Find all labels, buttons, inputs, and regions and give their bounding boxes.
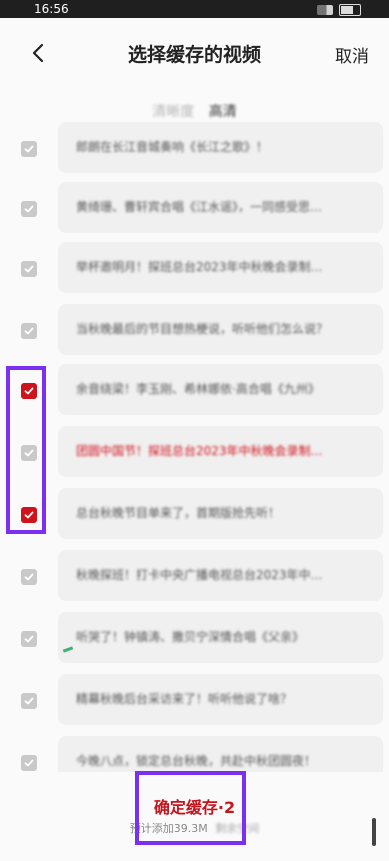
checkbox-unchecked[interactable] <box>21 323 37 339</box>
video-title: 余音绕梁！李玉刚、希林娜依·高合唱《九州》 <box>76 382 320 396</box>
video-row[interactable]: 余音绕梁！李玉刚、希林娜依·高合唱《九州》 <box>0 364 389 422</box>
checkbox-unchecked[interactable] <box>21 201 37 217</box>
header: 选择缓存的视频 取消 <box>0 18 389 88</box>
battery-icon <box>339 4 361 16</box>
status-icons <box>317 4 361 16</box>
video-title: 团圆中国节！探班总台2023年中秋晚会录制… <box>76 444 323 458</box>
video-title: 听哭了！钟镇涛、撒贝宁深情合唱《父亲》 <box>76 630 305 644</box>
video-row[interactable]: 总台秋晚节目单来了，首期版抢先听！ <box>0 488 389 546</box>
check-icon <box>24 759 34 767</box>
video-title: 今晚八点，锁定总台秋晚，共赴中秋团圆夜！ <box>76 754 317 768</box>
quality-value[interactable]: 高清 <box>209 104 237 120</box>
video-card[interactable]: 今晚八点，锁定总台秋晚，共赴中秋团圆夜！ <box>58 736 383 772</box>
check-icon <box>24 327 34 335</box>
checkbox-unchecked[interactable] <box>21 693 37 709</box>
video-row[interactable]: 秋晚探班！打卡中央广播电视总台2023年中… <box>0 550 389 608</box>
video-row[interactable]: 听哭了！钟镇涛、撒贝宁深情合唱《父亲》 <box>0 612 389 670</box>
video-row[interactable]: 黄绮珊、曹轩宾合唱《江水谣》，一同感受思… <box>0 182 389 240</box>
checkbox-unchecked[interactable] <box>21 141 37 157</box>
video-row[interactable]: 团圆中国节！探班总台2023年中秋晚会录制… <box>0 426 389 484</box>
check-icon <box>24 635 34 643</box>
video-title: 当秋晚最后的节目想热梗说，听听他们怎么说？ <box>76 322 329 336</box>
scrollbar[interactable] <box>372 818 376 846</box>
checkbox-unchecked[interactable] <box>21 261 37 277</box>
video-title: 总台秋晚节目单来了，首期版抢先听！ <box>76 506 281 520</box>
video-row[interactable]: 举杯邀明月！探班总台2023年中秋晚会录制… <box>0 242 389 300</box>
page-title: 选择缓存的视频 <box>127 44 261 66</box>
checkbox-unchecked[interactable] <box>21 631 37 647</box>
video-row[interactable]: 精幕秋晚后台采访来了！听听他说了啥？ <box>0 674 389 732</box>
video-card[interactable]: 当秋晚最后的节目想热梗说，听听他们怎么说？ <box>58 304 383 355</box>
video-title: 郎朗在长江音城奏响《长江之歌》！ <box>76 140 269 154</box>
video-card[interactable]: 秋晚探班！打卡中央广播电视总台2023年中… <box>58 550 383 601</box>
video-row[interactable]: 郎朗在长江音城奏响《长江之歌》！ <box>0 122 389 180</box>
video-card[interactable]: 余音绕梁！李玉刚、希林娜依·高合唱《九州》 <box>58 364 383 415</box>
video-card[interactable]: 举杯邀明月！探班总台2023年中秋晚会录制… <box>58 242 383 293</box>
status-bar: 16:56 <box>0 0 389 18</box>
quality-label: 清晰度 <box>152 104 195 120</box>
video-card[interactable]: 总台秋晚节目单来了，首期版抢先听！ <box>58 488 383 539</box>
check-icon <box>24 573 34 581</box>
check-icon <box>24 697 34 705</box>
checkbox-unchecked[interactable] <box>21 569 37 585</box>
video-row[interactable]: 当秋晚最后的节目想热梗说，听听他们怎么说？ <box>0 304 389 362</box>
cancel-button[interactable]: 取消 <box>335 42 369 67</box>
video-card[interactable]: 郎朗在长江音城奏响《长江之歌》！ <box>58 122 383 173</box>
video-card[interactable]: 精幕秋晚后台采访来了！听听他说了啥？ <box>58 674 383 725</box>
video-list: 郎朗在长江音城奏响《长江之歌》！ 黄绮珊、曹轩宾合唱《江水谣》，一同感受思… 举杯邀… <box>0 122 389 772</box>
signal-icon <box>317 5 333 15</box>
status-time: 16:56 <box>34 2 69 16</box>
video-card[interactable]: 听哭了！钟镇涛、撒贝宁深情合唱《父亲》 <box>58 612 383 663</box>
video-title: 黄绮珊、曹轩宾合唱《江水谣》，一同感受思… <box>76 200 323 214</box>
quality-selector[interactable]: 清晰度 高清 <box>0 101 389 121</box>
video-title: 秋晚探班！打卡中央广播电视总台2023年中… <box>76 568 323 582</box>
checkbox-unchecked[interactable] <box>21 755 37 771</box>
check-icon <box>24 205 34 213</box>
video-card[interactable]: 黄绮珊、曹轩宾合唱《江水谣》，一同感受思… <box>58 182 383 233</box>
checkbox-highlight-overlay <box>6 366 46 534</box>
video-card[interactable]: 团圆中国节！探班总台2023年中秋晚会录制… <box>58 426 383 477</box>
video-title: 精幕秋晚后台采访来了！听听他说了啥？ <box>76 692 293 706</box>
video-title: 举杯邀明月！探班总台2023年中秋晚会录制… <box>76 260 323 274</box>
check-icon <box>24 145 34 153</box>
confirm-highlight-overlay <box>135 771 246 845</box>
video-row[interactable]: 今晚八点，锁定总台秋晚，共赴中秋团圆夜！ <box>0 736 389 772</box>
check-icon <box>24 265 34 273</box>
